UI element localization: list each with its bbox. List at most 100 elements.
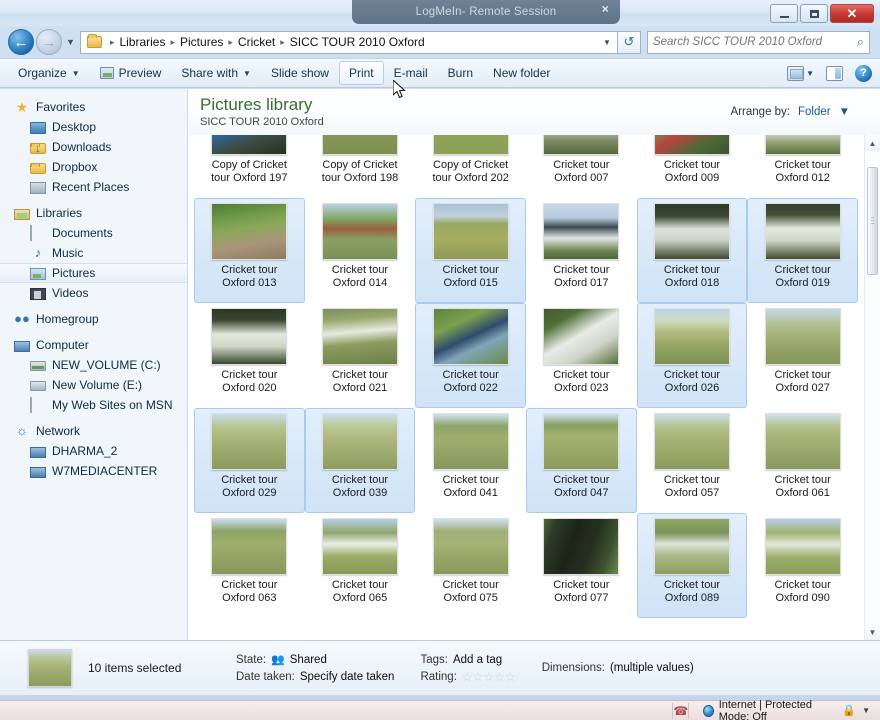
organize-button[interactable]: Organize ▼: [8, 61, 90, 85]
sidebar-item-new-volume-e[interactable]: New Volume (E:): [0, 375, 187, 395]
sidebar-item-libraries[interactable]: Libraries: [0, 203, 187, 223]
file-thumbnail: [432, 135, 509, 155]
sidebar-item-network[interactable]: ☼ Network: [0, 421, 187, 441]
search-input[interactable]: [652, 36, 857, 48]
sidebar-item-recent-places[interactable]: Recent Places: [0, 177, 187, 197]
zoom-control[interactable]: 🔒 ▼: [842, 704, 880, 717]
sidebar-item-desktop[interactable]: Desktop: [0, 117, 187, 137]
sidebar-item-homegroup[interactable]: ●● Homegroup: [0, 309, 187, 329]
logmein-close-icon[interactable]: ×: [602, 3, 609, 15]
change-view-icon[interactable]: [787, 65, 805, 81]
arrange-by-value[interactable]: Folder: [798, 106, 831, 118]
file-item[interactable]: Cricket tour Oxford 047: [525, 408, 637, 513]
slide-show-button[interactable]: Slide show: [261, 61, 339, 85]
breadcrumb-libraries[interactable]: Libraries: [118, 35, 166, 49]
file-item[interactable]: Cricket tour Oxford 029: [194, 408, 305, 513]
tags-value[interactable]: Add a tag: [453, 654, 502, 666]
date-taken-value[interactable]: Specify date taken: [300, 671, 395, 683]
rating-stars-icon[interactable]: ☆☆☆☆☆: [462, 670, 516, 684]
file-item[interactable]: Cricket tour Oxford 013: [194, 198, 305, 303]
file-item[interactable]: Copy of Cricket tour Oxford 198: [305, 135, 416, 198]
breadcrumb-pictures[interactable]: Pictures: [179, 35, 224, 49]
file-item[interactable]: Cricket tour Oxford 021: [305, 303, 416, 408]
forward-button[interactable]: →: [36, 29, 62, 55]
sidebar-item-videos[interactable]: Videos: [0, 283, 187, 303]
help-icon[interactable]: ?: [855, 64, 872, 82]
file-item[interactable]: Cricket tour Oxford 027: [747, 303, 858, 408]
file-item[interactable]: Cricket tour Oxford 075: [415, 513, 526, 618]
sidebar-item-documents[interactable]: Documents: [0, 223, 187, 243]
sidebar-item-dharma-2[interactable]: DHARMA_2: [0, 441, 187, 461]
new-folder-label: New folder: [493, 66, 551, 80]
file-item[interactable]: Copy of Cricket tour Oxford 197: [194, 135, 305, 198]
file-item[interactable]: Cricket tour Oxford 039: [304, 408, 416, 513]
scroll-up-button[interactable]: ▲: [865, 135, 880, 151]
refresh-button[interactable]: ↺: [617, 30, 641, 54]
chevron-down-icon[interactable]: ▼: [839, 106, 850, 118]
sidebar-item-pictures[interactable]: Pictures: [0, 263, 187, 283]
file-item[interactable]: Cricket tour Oxford 007: [526, 135, 637, 198]
file-item[interactable]: Cricket tour Oxford 057: [637, 408, 748, 513]
file-item[interactable]: Cricket tour Oxford 017: [526, 198, 637, 303]
file-item[interactable]: Cricket tour Oxford 015: [415, 198, 526, 303]
vertical-scrollbar[interactable]: ▲ ▼: [864, 135, 880, 640]
file-name-label: Cricket tour Oxford 014: [331, 264, 389, 289]
sidebar-item-new-volume-c[interactable]: NEW_VOLUME (C:): [0, 355, 187, 375]
sidebar-item-downloads[interactable]: Downloads: [0, 137, 187, 157]
file-item[interactable]: Cricket tour Oxford 063: [194, 513, 305, 618]
maximize-button[interactable]: [800, 4, 828, 23]
file-item[interactable]: Cricket tour Oxford 018: [636, 198, 748, 303]
minimize-button[interactable]: [770, 4, 798, 23]
file-item[interactable]: Cricket tour Oxford 019: [747, 198, 858, 303]
show-preview-pane-icon[interactable]: [826, 65, 843, 81]
email-button[interactable]: E-mail: [384, 61, 438, 85]
sidebar-item-my-web-sites-on-msn[interactable]: My Web Sites on MSN: [0, 395, 187, 415]
search-icon[interactable]: ⌕: [857, 34, 864, 50]
file-list-pane: Pictures library SICC TOUR 2010 Oxford A…: [188, 89, 880, 640]
chevron-down-icon[interactable]: ▼: [806, 69, 814, 78]
back-button[interactable]: ←: [8, 29, 34, 55]
file-item[interactable]: Cricket tour Oxford 009: [637, 135, 748, 198]
file-item[interactable]: Cricket tour Oxford 022: [415, 303, 526, 408]
logmein-remote-session-banner: LogMeIn - Remote Session ×: [352, 0, 620, 24]
file-item[interactable]: Cricket tour Oxford 090: [747, 513, 858, 618]
scrollbar-thumb[interactable]: [867, 167, 878, 275]
burn-button[interactable]: Burn: [438, 61, 483, 85]
file-item[interactable]: Cricket tour Oxford 061: [747, 408, 858, 513]
share-with-button[interactable]: Share with ▼: [171, 61, 261, 85]
file-item[interactable]: Cricket tour Oxford 041: [415, 408, 526, 513]
new-folder-button[interactable]: New folder: [483, 61, 560, 85]
file-item[interactable]: Cricket tour Oxford 014: [305, 198, 416, 303]
address-dropdown-icon[interactable]: ▼: [603, 38, 611, 47]
file-item[interactable]: Copy of Cricket tour Oxford 202: [415, 135, 526, 198]
security-zone[interactable]: Internet | Protected Mode: Off: [689, 699, 842, 720]
print-button[interactable]: Print: [338, 61, 384, 85]
file-thumbnail: [432, 308, 509, 365]
file-name-label: Cricket tour Oxford 017: [553, 264, 610, 289]
file-item[interactable]: Cricket tour Oxford 020: [194, 303, 305, 408]
scroll-down-button[interactable]: ▼: [865, 624, 880, 640]
file-item[interactable]: Cricket tour Oxford 065: [305, 513, 416, 618]
file-item[interactable]: Cricket tour Oxford 026: [636, 303, 748, 408]
preview-button[interactable]: Preview: [90, 61, 172, 85]
breadcrumb-current-folder[interactable]: SICC TOUR 2010 Oxford: [289, 35, 426, 49]
preview-label: Preview: [118, 66, 162, 80]
search-box[interactable]: ⌕: [646, 30, 870, 54]
sidebar-item-computer[interactable]: Computer: [0, 335, 187, 355]
chevron-down-icon[interactable]: ▼: [862, 706, 870, 715]
nav-group-homegroup: ●● Homegroup: [0, 309, 187, 329]
breadcrumb-bar[interactable]: ▸ Libraries ▸ Pictures ▸ Cricket ▸ SICC …: [79, 30, 618, 54]
file-item[interactable]: Cricket tour Oxford 012: [747, 135, 858, 198]
sidebar-item-w7mediacenter[interactable]: W7MEDIACENTER: [0, 461, 187, 481]
recent-locations-button[interactable]: ▼: [66, 37, 75, 47]
sidebar-item-favorites[interactable]: ★ Favorites: [0, 97, 187, 117]
navigation-pane[interactable]: ★ Favorites Desktop Downloads Dropbox: [0, 89, 188, 640]
close-button[interactable]: ✕: [830, 4, 874, 23]
file-item[interactable]: Cricket tour Oxford 089: [636, 513, 748, 618]
file-item[interactable]: Cricket tour Oxford 023: [526, 303, 637, 408]
breadcrumb-cricket[interactable]: Cricket: [237, 35, 276, 49]
sidebar-item-music[interactable]: ♪ Music: [0, 243, 187, 263]
file-thumbnail: [653, 413, 730, 470]
sidebar-item-dropbox[interactable]: Dropbox: [0, 157, 187, 177]
file-item[interactable]: Cricket tour Oxford 077: [526, 513, 637, 618]
